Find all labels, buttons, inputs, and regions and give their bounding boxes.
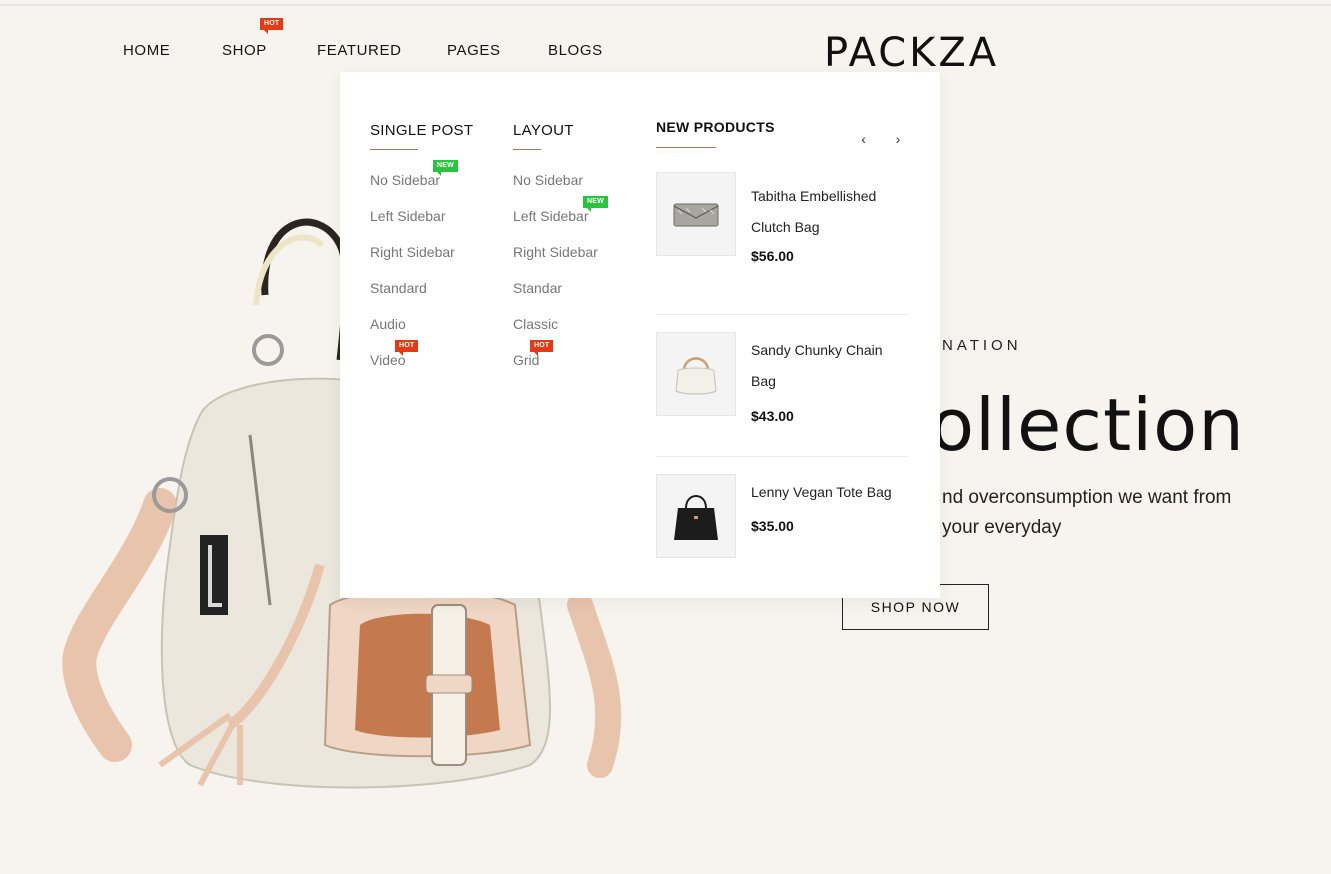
layout-list: No Sidebar Left Sidebar NEW Right Sideba… bbox=[513, 172, 608, 388]
product-price: $56.00 bbox=[751, 248, 794, 264]
heading-underline bbox=[513, 149, 541, 150]
tote-bag-image bbox=[674, 495, 718, 540]
menu-item-audio[interactable]: Audio bbox=[370, 316, 473, 352]
mega-menu-dropdown: SINGLE POST No Sidebar NEW Left Sidebar … bbox=[340, 72, 940, 598]
nav-shop[interactable]: SHOP HOT bbox=[222, 18, 284, 59]
menu-item-label: No Sidebar bbox=[370, 172, 441, 188]
chain-bag-image bbox=[675, 357, 717, 395]
chevron-right-icon[interactable]: › bbox=[888, 131, 908, 147]
product-price: $35.00 bbox=[751, 518, 794, 534]
heading-underline bbox=[656, 147, 716, 148]
heading-underline bbox=[370, 149, 418, 150]
hero-description: nd overconsumption we want from your eve… bbox=[942, 487, 1232, 538]
new-badge: NEW bbox=[583, 196, 608, 212]
hot-badge: HOT bbox=[260, 18, 284, 34]
product-thumbnail[interactable] bbox=[656, 474, 736, 558]
product-card: Lenny Vegan Tote Bag $35.00 bbox=[656, 456, 908, 577]
nav-featured[interactable]: FEATURED bbox=[317, 42, 402, 59]
single-post-list: No Sidebar NEW Left Sidebar Right Sideba… bbox=[370, 160, 473, 388]
top-divider bbox=[0, 4, 1331, 6]
menu-item-right-sidebar[interactable]: Right Sidebar bbox=[370, 244, 473, 280]
hero-title: ollection bbox=[930, 383, 1245, 467]
menu-item-left-sidebar[interactable]: Left Sidebar NEW bbox=[513, 196, 608, 244]
single-post-column: SINGLE POST No Sidebar NEW Left Sidebar … bbox=[370, 122, 473, 388]
product-name[interactable]: Lenny Vegan Tote Bag bbox=[751, 477, 901, 508]
menu-item-right-sidebar[interactable]: Right Sidebar bbox=[513, 244, 598, 280]
product-name[interactable]: Sandy Chunky Chain Bag bbox=[751, 335, 901, 397]
hero-kicker: NATION bbox=[942, 337, 1022, 354]
menu-item-grid[interactable]: Grid HOT bbox=[513, 340, 598, 388]
nav-pages[interactable]: PAGES bbox=[447, 42, 501, 59]
menu-item-standard[interactable]: Standard bbox=[370, 280, 473, 316]
product-card: Sandy Chunky Chain Bag $43.00 bbox=[656, 314, 908, 435]
chevron-left-icon[interactable]: ‹ bbox=[854, 131, 874, 147]
nav-shop-label: SHOP bbox=[222, 42, 267, 59]
product-card: Tabitha Embellished Clutch Bag $56.00 bbox=[656, 172, 908, 292]
nav-blogs[interactable]: BLOGS bbox=[548, 42, 603, 59]
new-badge: NEW bbox=[433, 160, 458, 176]
single-post-heading: SINGLE POST bbox=[370, 122, 474, 139]
menu-item-left-sidebar[interactable]: Left Sidebar bbox=[370, 208, 473, 244]
main-nav: HOME SHOP HOT FEATURED PAGES BLOGS bbox=[0, 18, 700, 66]
product-name[interactable]: Tabitha Embellished Clutch Bag bbox=[751, 181, 901, 243]
brand-logo[interactable]: PACKZA bbox=[824, 30, 999, 76]
product-thumbnail[interactable] bbox=[656, 172, 736, 256]
menu-item-label: Left Sidebar bbox=[513, 208, 589, 224]
clutch-bag-image bbox=[673, 203, 719, 227]
hot-badge: HOT bbox=[530, 340, 554, 356]
layout-column: LAYOUT No Sidebar Left Sidebar NEW Right… bbox=[513, 122, 608, 388]
carousel-arrows: ‹ › bbox=[844, 131, 908, 149]
product-thumbnail[interactable] bbox=[656, 332, 736, 416]
menu-item-classic[interactable]: Classic bbox=[513, 316, 598, 352]
hot-badge: HOT bbox=[395, 340, 419, 356]
product-price: $43.00 bbox=[751, 408, 794, 424]
menu-item-no-sidebar[interactable]: No Sidebar NEW bbox=[370, 160, 473, 208]
layout-heading: LAYOUT bbox=[513, 122, 574, 139]
nav-home[interactable]: HOME bbox=[123, 42, 170, 59]
menu-item-standar[interactable]: Standar bbox=[513, 280, 598, 316]
menu-item-video[interactable]: Video HOT bbox=[370, 340, 473, 388]
new-products-section: NEW PRODUCTS ‹ › Tabitha Embellished Clu… bbox=[656, 119, 908, 558]
